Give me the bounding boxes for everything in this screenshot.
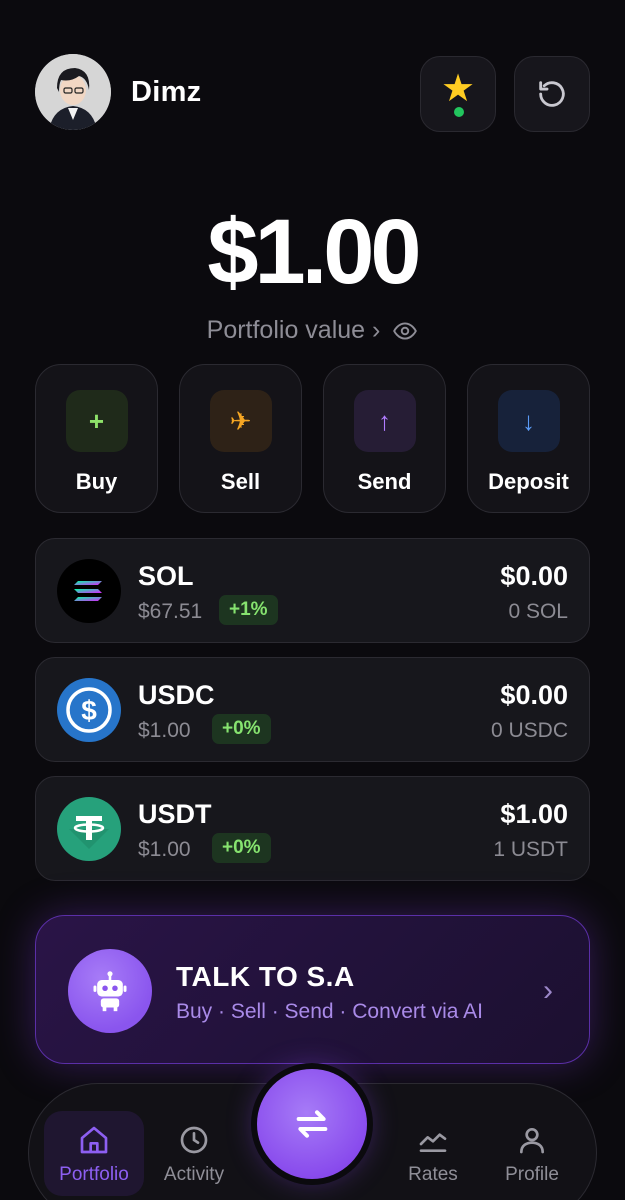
sell-button[interactable]: ✈ Sell [179,364,302,513]
nav-profile-label: Profile [505,1164,559,1185]
asset-price: $1.00 [138,838,191,861]
change-badge: +0% [212,714,271,744]
talk-to-ai-banner[interactable]: TALK TO S.A Buy · Sell · Send · Convert … [35,915,590,1064]
asset-price: $1.00 [138,719,191,742]
asset-name: SOL [138,561,194,591]
nav-profile[interactable]: Profile [482,1084,582,1200]
asset-fiat-value: $0.00 [500,680,568,710]
buy-button[interactable]: + Buy [35,364,158,513]
swap-button[interactable] [257,1069,367,1179]
header: Dimz ★ [35,54,590,132]
solana-logo-icon [57,559,121,623]
robot-icon [68,949,152,1033]
star-icon: ★ [440,68,476,110]
plane-icon: ✈ [209,390,272,452]
plus-icon: + [65,390,128,452]
refresh-button[interactable] [514,56,590,132]
quick-actions: + Buy ✈ Sell ↑ Send ↓ Deposit [35,364,590,513]
asset-price: $67.51 [138,600,203,623]
nav-portfolio[interactable]: Portfolio [44,1111,144,1196]
chevron-right-icon: › [543,974,553,1007]
asset-row-sol[interactable]: SOL $67.51 +1% $0.00 0 SOL [35,538,590,643]
portfolio-balance: $1.00 [207,201,421,303]
avatar[interactable] [35,54,111,130]
refresh-icon [539,81,565,107]
change-badge: +0% [212,833,271,863]
nav-activity-label: Activity [163,1164,225,1185]
asset-amount: 0 USDC [490,719,568,742]
favorites-button[interactable]: ★ [420,56,496,132]
deposit-button[interactable]: ↓ Deposit [467,364,590,513]
portfolio-value-label[interactable]: Portfolio value › [207,316,381,345]
eye-icon[interactable] [392,318,418,344]
change-badge: +1% [219,595,278,625]
home-icon [80,1126,108,1154]
deposit-label: Deposit [488,469,569,494]
clock-icon [180,1126,208,1154]
usdc-logo-icon: $ [57,678,121,742]
arrow-up-icon: ↑ [353,390,416,452]
ai-banner-title: TALK TO S.A [176,961,355,992]
swap-arrows-icon [296,1110,328,1138]
status-dot [454,107,464,117]
buy-label: Buy [75,469,118,494]
sell-label: Sell [220,469,261,494]
asset-amount: 0 SOL [508,600,568,623]
nav-rates-label: Rates [408,1164,458,1185]
portfolio-value-row[interactable]: Portfolio value › [0,316,625,345]
nav-activity[interactable]: Activity [144,1084,244,1200]
asset-name: USDT [138,799,212,829]
asset-row-usdc[interactable]: $ USDC $1.00 +0% $0.00 0 USDC [35,657,590,762]
arrow-down-icon: ↓ [497,390,560,452]
send-label: Send [357,469,412,494]
nav-portfolio-label: Portfolio [59,1164,129,1185]
asset-row-usdt[interactable]: USDT $1.00 +0% $1.00 1 USDT [35,776,590,881]
asset-fiat-value: $1.00 [500,799,568,829]
send-button[interactable]: ↑ Send [323,364,446,513]
asset-fiat-value: $0.00 [500,561,568,591]
nav-rates[interactable]: Rates [383,1084,483,1200]
tether-logo-icon [57,797,121,861]
svg-text:$: $ [81,695,97,726]
avatar-image [35,54,111,130]
chart-line-icon [419,1133,447,1152]
asset-name: USDC [138,680,215,710]
ai-banner-subtitle: Buy · Sell · Send · Convert via AI [176,1000,483,1023]
username: Dimz [131,76,202,108]
user-icon [520,1128,544,1154]
asset-amount: 1 USDT [493,838,568,861]
